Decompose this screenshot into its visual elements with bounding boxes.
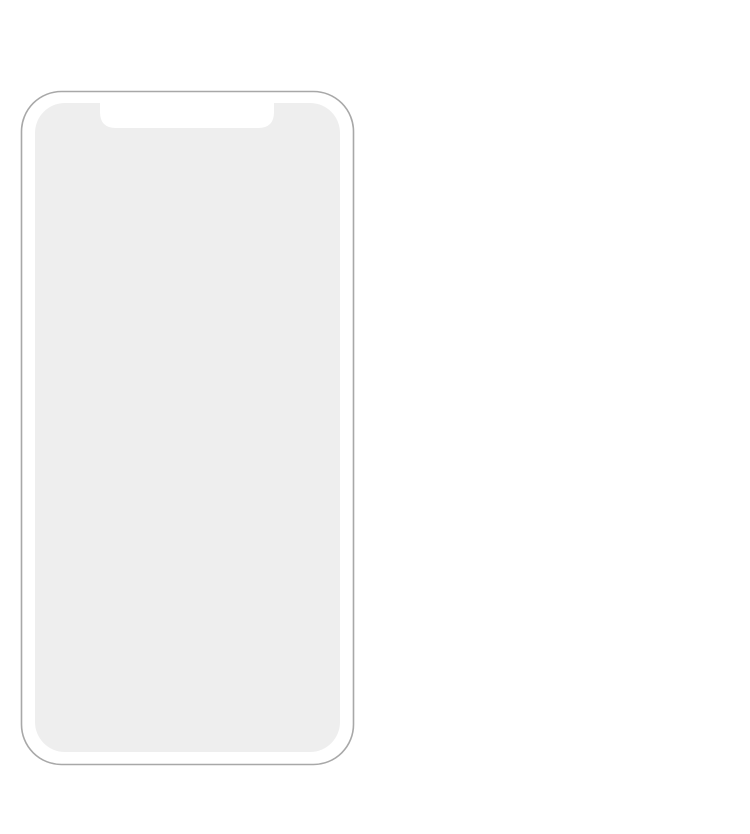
canvas <box>0 0 750 834</box>
phone-mockup <box>20 90 355 766</box>
phone-notch <box>100 100 274 128</box>
phone-screen <box>35 103 340 752</box>
